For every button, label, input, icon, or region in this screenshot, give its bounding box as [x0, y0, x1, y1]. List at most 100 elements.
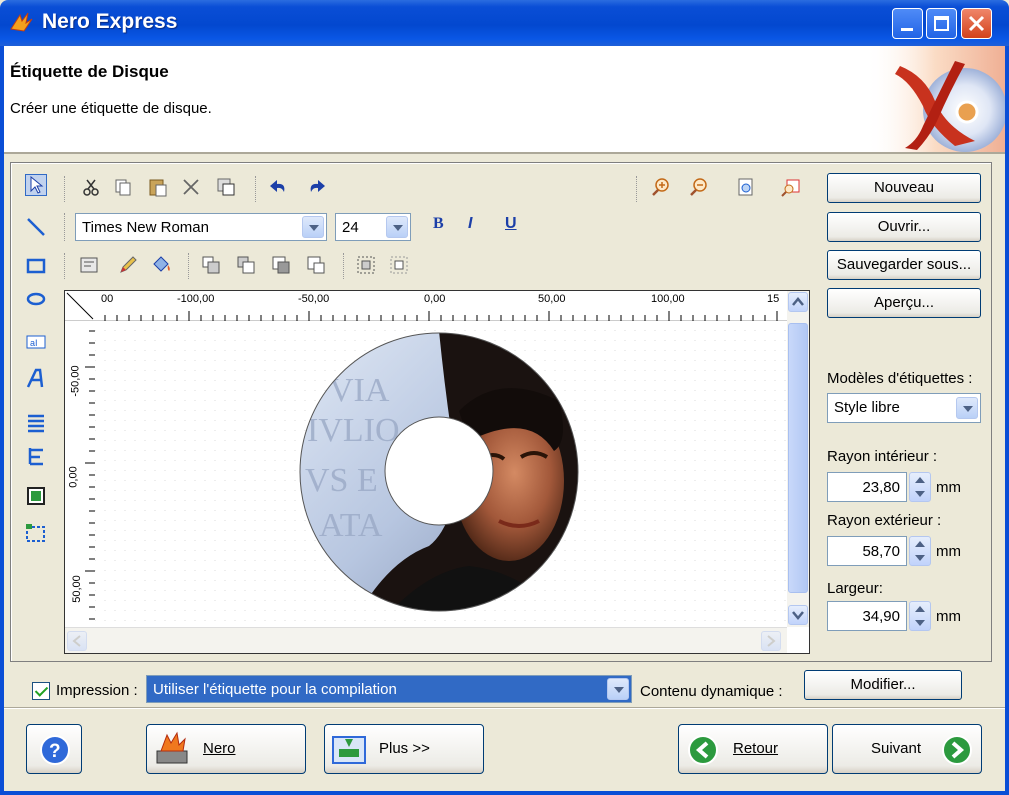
list-tool[interactable] [25, 412, 47, 434]
bring-to-front-button[interactable] [200, 254, 222, 276]
chevron-down-icon[interactable] [302, 216, 324, 238]
undo-icon [270, 180, 285, 192]
scroll-thumb[interactable] [788, 323, 808, 593]
scroll-left-button[interactable] [67, 631, 87, 651]
font-name-select[interactable]: Times New Roman [75, 213, 327, 241]
preview-button[interactable]: Aperçu... [827, 288, 981, 318]
placeholder-tool[interactable] [25, 522, 47, 544]
toolbar-grip[interactable] [64, 213, 67, 241]
chevron-down-icon [792, 611, 804, 620]
inner-radius-spinner[interactable] [909, 472, 931, 502]
nero-button[interactable]: Nero [146, 724, 306, 774]
bold-button[interactable]: B [433, 215, 444, 233]
ruler-label: 50,00 [70, 575, 83, 603]
nero-flame-icon [10, 12, 33, 32]
help-icon: ? [40, 735, 70, 765]
modify-button[interactable]: Modifier... [804, 670, 962, 700]
nero-x-logo-icon [865, 46, 1005, 152]
redo-button[interactable] [305, 176, 327, 198]
text-field-tool[interactable]: aI [25, 331, 47, 353]
ruler-label: -50,00 [69, 365, 82, 397]
maximize-button[interactable] [926, 8, 957, 39]
send-backward-button[interactable] [270, 254, 292, 276]
close-button[interactable] [961, 8, 992, 39]
zoom-page-button[interactable] [735, 176, 757, 198]
ruler-label: -50,00 [298, 293, 330, 305]
close-icon [968, 15, 985, 32]
help-button[interactable]: ? [26, 724, 82, 774]
delete-button[interactable] [180, 176, 202, 198]
image-tool[interactable] [25, 485, 47, 507]
title-bar[interactable]: Nero Express [0, 0, 1009, 46]
vertical-scrollbar[interactable] [787, 291, 809, 627]
ruler-label: -100,00 [177, 293, 215, 305]
scroll-down-button[interactable] [788, 605, 808, 625]
more-button[interactable]: Plus >> [324, 724, 484, 774]
select-all-button[interactable] [215, 176, 237, 198]
more-options-icon [332, 736, 366, 764]
artistic-text-tool[interactable] [25, 367, 47, 389]
font-size-select[interactable]: 24 [335, 213, 411, 241]
chevron-down-icon[interactable] [956, 397, 978, 419]
minimize-button[interactable] [892, 8, 923, 39]
rectangle-tool[interactable] [25, 255, 47, 277]
width-input[interactable]: 34,90 [827, 601, 907, 631]
group-icon [357, 256, 375, 274]
print-option-select[interactable]: Utiliser l'étiquette pour la compilation [146, 675, 632, 703]
toolbar-grip[interactable] [64, 253, 67, 279]
bring-forward-icon [237, 256, 255, 274]
disc-label[interactable]: VIAIVLIO VS E ATA [299, 331, 579, 613]
fill-color-button[interactable] [150, 254, 172, 276]
zoom-object-button[interactable] [780, 176, 802, 198]
template-select[interactable]: Style libre [827, 393, 981, 423]
back-button[interactable]: Retour [678, 724, 828, 774]
chevron-down-icon[interactable] [607, 678, 629, 700]
select-tool[interactable] [25, 174, 47, 196]
undo-button[interactable] [268, 176, 290, 198]
zoom-object-icon [781, 179, 800, 197]
toolbar-grip[interactable] [636, 176, 639, 202]
zoom-in-button[interactable] [650, 176, 672, 198]
open-button[interactable]: Ouvrir... [827, 212, 981, 242]
ruler-vertical: -50,00 0,00 50,00 [65, 321, 95, 627]
save-as-button[interactable]: Sauvegarder sous... [827, 250, 981, 280]
paste-button[interactable] [147, 176, 169, 198]
bring-forward-button[interactable] [235, 254, 257, 276]
send-backward-icon [272, 256, 290, 274]
ellipse-tool[interactable] [25, 288, 47, 310]
line-icon [27, 218, 45, 236]
horizontal-scrollbar[interactable] [65, 627, 787, 653]
group-button[interactable] [355, 254, 377, 276]
ruler-horizontal: 00 -100,00 -50,00 0,00 50,00 100,00 15 [65, 291, 787, 321]
label-canvas[interactable]: 00 -100,00 -50,00 0,00 50,00 100,00 15 -… [64, 290, 810, 654]
maximize-icon [934, 16, 949, 31]
chevron-down-icon[interactable] [386, 216, 408, 238]
print-checkbox[interactable] [32, 682, 50, 700]
properties-button[interactable] [78, 254, 100, 276]
line-tool[interactable] [25, 216, 47, 238]
toolbar-grip[interactable] [64, 176, 67, 202]
scroll-right-button[interactable] [761, 631, 781, 651]
inner-radius-input[interactable]: 23,80 [827, 472, 907, 502]
scroll-up-button[interactable] [788, 292, 808, 312]
cut-button[interactable] [80, 176, 102, 198]
tree-tool[interactable] [25, 445, 47, 467]
outer-radius-input[interactable]: 58,70 [827, 536, 907, 566]
outer-radius-spinner[interactable] [909, 536, 931, 566]
italic-button[interactable]: I [468, 215, 472, 233]
nero-button-label: Nero [203, 740, 236, 757]
zoom-out-button[interactable] [688, 176, 710, 198]
copy-button[interactable] [112, 176, 134, 198]
pen-color-button[interactable] [117, 254, 139, 276]
underline-button[interactable]: U [505, 215, 517, 233]
unit-label: mm [936, 479, 961, 496]
properties-icon [80, 257, 98, 273]
ungroup-button[interactable] [388, 254, 410, 276]
next-button[interactable]: Suivant [832, 724, 982, 774]
width-spinner[interactable] [909, 601, 931, 631]
new-button[interactable]: Nouveau [827, 173, 981, 203]
window-title: Nero Express [42, 10, 178, 33]
print-label: Impression : [56, 682, 138, 699]
send-to-back-button[interactable] [305, 254, 327, 276]
redo-icon [310, 180, 325, 192]
